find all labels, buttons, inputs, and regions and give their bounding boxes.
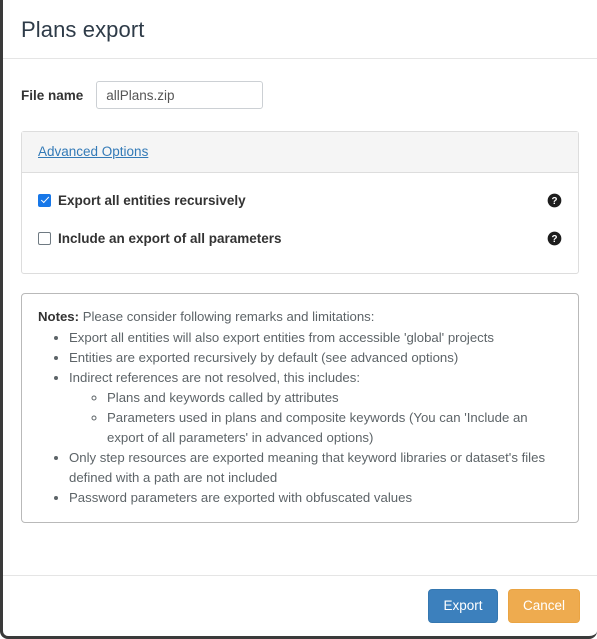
svg-text:?: ? xyxy=(551,233,557,244)
option-label-include-export-of-all-parameters[interactable]: Include an export of all parameters xyxy=(58,231,547,246)
option-label-export-all-entities-recursively[interactable]: Export all entities recursively xyxy=(58,193,547,208)
advanced-options-panel: Advanced Options Export all entities rec… xyxy=(21,131,579,274)
notes-box: Notes: Please consider following remarks… xyxy=(21,293,579,523)
question-circle-icon-include-parameters[interactable]: ? xyxy=(547,231,562,246)
advanced-options-link[interactable]: Advanced Options xyxy=(38,144,148,159)
dialog-header: Plans export xyxy=(3,0,597,59)
checkbox-include-export-of-all-parameters[interactable] xyxy=(38,231,51,245)
list-item: Entities are exported recursively by def… xyxy=(69,348,562,368)
checkbox-export-all-entities-recursively[interactable] xyxy=(38,193,51,207)
page-title: Plans export xyxy=(21,17,145,42)
notes-lead: Notes: Please consider following remarks… xyxy=(38,307,562,327)
list-item: Indirect references are not resolved, th… xyxy=(69,368,562,448)
advanced-options-header: Advanced Options xyxy=(22,132,578,173)
notes-heading: Notes: xyxy=(38,309,80,324)
filename-input[interactable] xyxy=(96,81,264,109)
plans-export-dialog: Plans export File name Advanced Options … xyxy=(0,0,597,639)
list-item: Export all entities will also export ent… xyxy=(69,328,562,348)
list-item: Parameters used in plans and composite k… xyxy=(107,408,562,448)
cancel-button[interactable]: Cancel xyxy=(507,589,580,623)
question-circle-icon-export-all-entities[interactable]: ? xyxy=(547,193,562,208)
notes-list: Export all entities will also export ent… xyxy=(38,328,562,508)
list-item: Password parameters are exported with ob… xyxy=(69,488,562,508)
export-button[interactable]: Export xyxy=(428,589,498,623)
filename-label: File name xyxy=(21,87,84,103)
notes-sublist: Plans and keywords called by attributes … xyxy=(69,388,562,448)
option-row-include-export-of-all-parameters: Include an export of all parameters ? xyxy=(38,225,562,251)
option-row-export-all-entities-recursively: Export all entities recursively ? xyxy=(38,187,562,213)
dialog-body: File name Advanced Options Export all en… xyxy=(3,59,597,523)
advanced-options-body: Export all entities recursively ? Includ… xyxy=(22,173,578,273)
list-item: Only step resources are exported meaning… xyxy=(69,448,562,488)
list-item-text: Indirect references are not resolved, th… xyxy=(69,370,361,385)
notes-lead-text: Please consider following remarks and li… xyxy=(82,309,375,324)
filename-row: File name xyxy=(21,81,579,109)
list-item: Plans and keywords called by attributes xyxy=(107,388,562,408)
dialog-footer: Export Cancel xyxy=(3,575,597,633)
svg-text:?: ? xyxy=(551,195,557,206)
